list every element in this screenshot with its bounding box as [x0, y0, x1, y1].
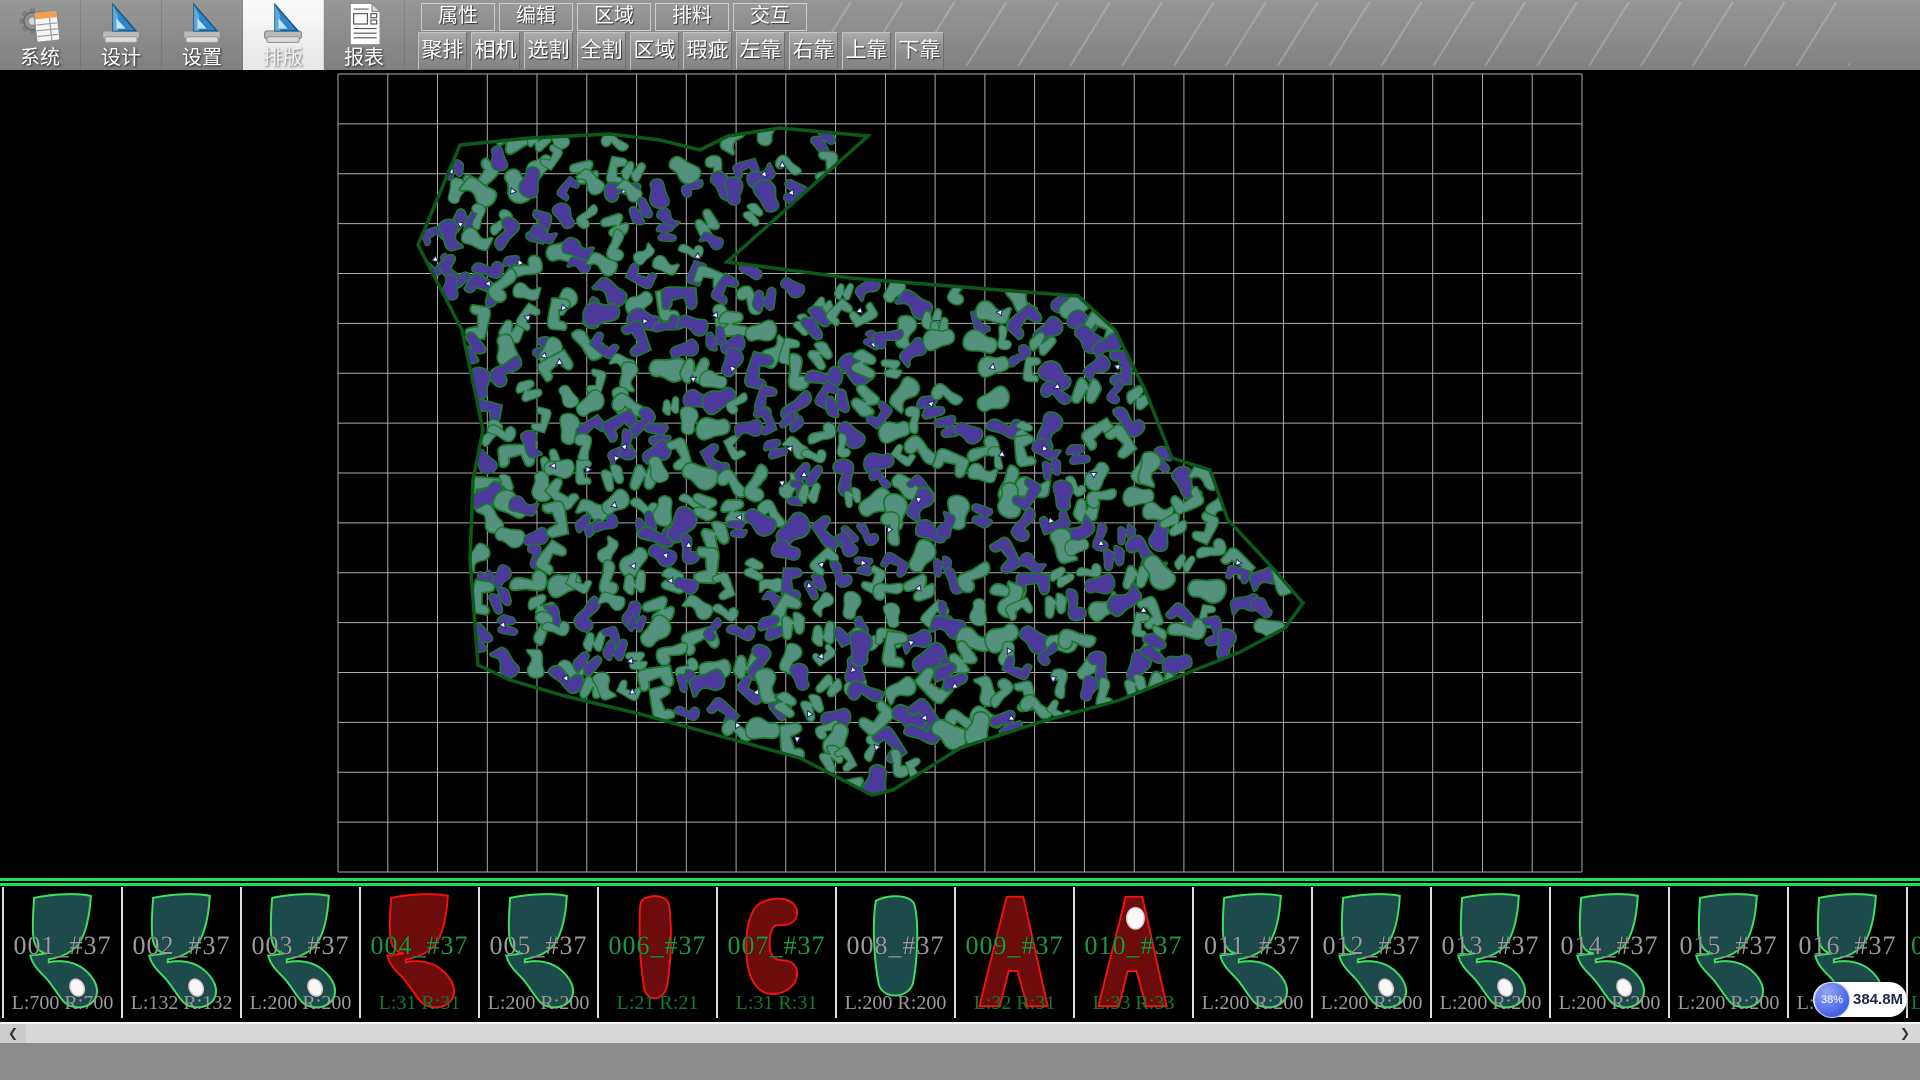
- app-tab-design[interactable]: 设计: [81, 0, 162, 70]
- piece-id-label: 007_#37: [718, 931, 835, 961]
- piece-id-label: 004_#37: [361, 931, 478, 961]
- tool-button-row: 聚排相机选割全割区域瑕疵左靠右靠上靠下靠: [418, 32, 948, 69]
- piece-thumbnail[interactable]: 017_#37 L:21 R:21: [1908, 887, 1920, 1018]
- memory-usage-badge: 38% 384.8M: [1813, 982, 1907, 1017]
- piece-thumbnail[interactable]: 001_#37 L:700 R:700: [2, 887, 123, 1018]
- set-square-icon: [98, 1, 144, 47]
- piece-lr-count: L:200 R:200: [480, 992, 597, 1015]
- piece-lr-count: L:200 R:200: [1432, 992, 1549, 1015]
- scroll-right-button[interactable]: ❯: [1892, 1024, 1918, 1043]
- piece-thumbnail[interactable]: 015_#37 L:200 R:200: [1670, 887, 1789, 1018]
- tool-defect[interactable]: 瑕疵: [683, 32, 732, 70]
- piece-thumbnail-list: 001_#37L:700 R:700002_#37L:132 R:132003_…: [2, 887, 1920, 1018]
- menu-bar: 属性编辑区域排料交互: [421, 3, 811, 30]
- application-window: 系统设计设置排版报表 属性编辑区域排料交互 聚排相机选割全割区域瑕疵左靠右靠上靠…: [0, 0, 1920, 1080]
- piece-thumbnail[interactable]: 014_#37 L:200 R:200: [1551, 887, 1670, 1018]
- piece-thumbnail[interactable]: 004_#37 L:31 R:31: [361, 887, 480, 1018]
- app-tab-bar: 系统 设计 设置 排版 报表: [0, 0, 405, 70]
- toolbar: 系统设计设置排版报表 属性编辑区域排料交互 聚排相机选割全割区域瑕疵左靠右靠上靠…: [0, 0, 1920, 70]
- system-icon: [17, 1, 63, 47]
- status-bar: [0, 1043, 1920, 1080]
- piece-lr-count: L:32 R:31: [956, 992, 1073, 1015]
- piece-thumbnail[interactable]: 002_#37 L:132 R:132: [123, 887, 242, 1018]
- tool-cluster-nest[interactable]: 聚排: [418, 32, 467, 70]
- piece-id-label: 002_#37: [123, 931, 240, 961]
- piece-lr-count: L:200 R:200: [837, 992, 954, 1015]
- piece-lr-count: L:200 R:200: [1551, 992, 1668, 1015]
- nesting-layout-drawing: [0, 70, 1920, 878]
- piece-thumbnail-strip: 001_#37L:700 R:700002_#37L:132 R:132003_…: [0, 878, 1920, 1022]
- piece-thumbnail[interactable]: 006_#37 L:21 R:21: [599, 887, 718, 1018]
- app-tab-label: 报表: [344, 47, 384, 69]
- strip-top-border2: [0, 883, 1920, 886]
- piece-id-label: 003_#37: [242, 931, 359, 961]
- tool-align-bottom[interactable]: 下靠: [895, 32, 944, 70]
- app-tab-system[interactable]: 系统: [0, 0, 81, 70]
- piece-id-label: 016_#37: [1789, 931, 1906, 961]
- menu-nesting[interactable]: 排料: [655, 3, 729, 31]
- tool-select-cut[interactable]: 选割: [524, 32, 573, 70]
- piece-id-label: 011_#37: [1194, 931, 1311, 961]
- piece-lr-count: L:31 R:31: [361, 992, 478, 1015]
- piece-id-label: 006_#37: [599, 931, 716, 961]
- app-tab-label: 设计: [101, 47, 141, 69]
- piece-thumbnail[interactable]: 010_#37 L:33 R:33: [1075, 887, 1194, 1018]
- menu-edit[interactable]: 编辑: [499, 3, 573, 31]
- menu-region[interactable]: 区域: [577, 3, 651, 31]
- piece-id-label: 012_#37: [1313, 931, 1430, 961]
- usage-percent-circle: 38%: [1814, 982, 1850, 1018]
- app-tab-report[interactable]: 报表: [324, 0, 405, 70]
- piece-thumbnail[interactable]: 009_#37 L:32 R:31: [956, 887, 1075, 1018]
- piece-lr-count: L:31 R:31: [718, 992, 835, 1015]
- piece-thumbnail[interactable]: 012_#37 L:200 R:200: [1313, 887, 1432, 1018]
- piece-thumbnail[interactable]: 013_#37 L:200 R:200: [1432, 887, 1551, 1018]
- menu-interact[interactable]: 交互: [733, 3, 807, 31]
- piece-lr-count: L:200 R:200: [1313, 992, 1430, 1015]
- strip-top-border: [0, 878, 1920, 881]
- app-tab-label: 排版: [263, 47, 303, 69]
- tool-region[interactable]: 区域: [630, 32, 679, 70]
- toolbar-texture: [800, 2, 1850, 66]
- piece-lr-count: L:33 R:33: [1075, 992, 1192, 1015]
- piece-lr-count: L:700 R:700: [4, 992, 121, 1015]
- tool-camera[interactable]: 相机: [471, 32, 520, 70]
- set-square-icon: [260, 1, 306, 47]
- scroll-left-button[interactable]: ❮: [0, 1024, 26, 1043]
- set-square-icon: [179, 1, 225, 47]
- piece-lr-count: L:200 R:200: [1670, 992, 1787, 1015]
- piece-thumbnail[interactable]: 007_#37 L:31 R:31: [718, 887, 837, 1018]
- piece-id-label: 008_#37: [837, 931, 954, 961]
- memory-value: 384.8M: [1853, 982, 1901, 1017]
- piece-id-label: 005_#37: [480, 931, 597, 961]
- tool-align-left[interactable]: 左靠: [736, 32, 785, 70]
- app-tab-layout[interactable]: 排版: [243, 0, 324, 70]
- piece-thumbnail[interactable]: 005_#37 L:200 R:200: [480, 887, 599, 1018]
- piece-id-label: 017_#37: [1908, 931, 1920, 961]
- piece-lr-count: L:200 R:200: [1194, 992, 1311, 1015]
- tool-align-right[interactable]: 右靠: [789, 32, 838, 70]
- piece-thumbnail[interactable]: 008_#37 L:200 R:200: [837, 887, 956, 1018]
- nesting-canvas[interactable]: [0, 70, 1920, 878]
- tool-cut-all[interactable]: 全割: [577, 32, 626, 70]
- piece-thumbnail[interactable]: 003_#37 L:200 R:200: [242, 887, 361, 1018]
- piece-lr-count: L:132 R:132: [123, 992, 240, 1015]
- app-tab-label: 设置: [182, 47, 222, 69]
- piece-lr-count: L:200 R:200: [242, 992, 359, 1015]
- piece-id-label: 009_#37: [956, 931, 1073, 961]
- app-tab-settings[interactable]: 设置: [162, 0, 243, 70]
- piece-lr-count: L:21 R:21: [599, 992, 716, 1015]
- piece-id-label: 014_#37: [1551, 931, 1668, 961]
- tool-align-top[interactable]: 上靠: [842, 32, 891, 70]
- piece-lr-count: L:21 R:21: [1908, 992, 1920, 1015]
- piece-id-label: 010_#37: [1075, 931, 1192, 961]
- piece-thumbnail[interactable]: 011_#37 L:200 R:200: [1194, 887, 1313, 1018]
- piece-id-label: 013_#37: [1432, 931, 1549, 961]
- piece-id-label: 015_#37: [1670, 931, 1787, 961]
- report-icon: [341, 1, 387, 47]
- piece-id-label: 001_#37: [4, 931, 121, 961]
- horizontal-scrollbar[interactable]: ❮ ❯: [0, 1022, 1920, 1043]
- menu-properties[interactable]: 属性: [421, 3, 495, 31]
- app-tab-label: 系统: [20, 47, 60, 69]
